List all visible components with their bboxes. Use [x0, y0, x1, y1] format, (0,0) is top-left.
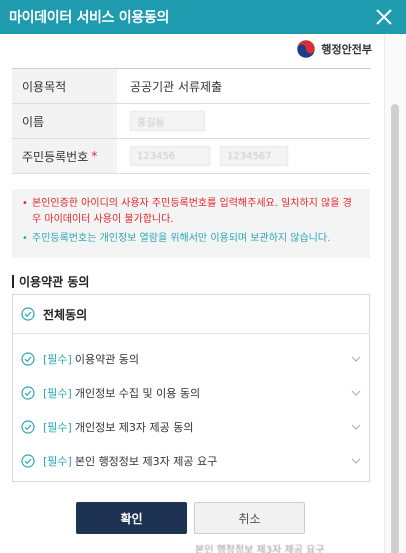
taegeuk-logo-icon — [297, 39, 316, 59]
check-circle-icon — [21, 420, 35, 434]
ministry-badge: 행정안전부 — [296, 38, 372, 60]
required-tag: [필수] — [43, 387, 72, 400]
name-label: 이름 — [12, 104, 117, 138]
required-tag: [필수] — [43, 353, 72, 366]
confirm-button[interactable]: 확인 — [76, 502, 187, 534]
purpose-label: 이용목적 — [12, 69, 117, 103]
chevron-down-icon[interactable] — [351, 354, 361, 364]
rrn-back-field[interactable]: 1234567 — [220, 146, 288, 166]
warning-text: 본인인증한 아이디의 사용자 주민등록번호를 입력해주세요. 일치하지 않을 경… — [32, 198, 352, 225]
term-label: 개인정보 제3자 제공 동의 — [74, 421, 194, 434]
check-circle-icon — [21, 454, 35, 468]
notice-box: • 본인인증한 아이디의 사용자 주민등록번호를 입력해주세요. 일치하지 않을… — [12, 189, 370, 258]
term-label: 본인 행정정보 제3자 제공 요구 — [74, 455, 218, 468]
required-tag: [필수] — [43, 455, 72, 468]
term-label: 이용약관 동의 — [74, 353, 140, 366]
check-circle-icon — [21, 386, 35, 400]
all-agree-label: 전체동의 — [43, 307, 88, 322]
table-row: 이용목적 공공기관 서류제출 — [12, 69, 370, 104]
terms-section-title: 이용약관 동의 — [12, 273, 89, 290]
term-item-admin-info-request[interactable]: [필수] 본인 행정정보 제3자 제공 요구 — [13, 444, 369, 478]
scrollbar-thumb[interactable] — [391, 104, 399, 553]
cancel-button[interactable]: 취소 — [194, 502, 305, 534]
purpose-value: 공공기관 서류제출 — [130, 79, 223, 94]
chevron-down-icon[interactable] — [351, 422, 361, 432]
chevron-down-icon[interactable] — [351, 456, 361, 466]
info-notice: • 주민등록번호는 개인정보 열람을 위해서만 이용되며 보관하지 않습니다. — [22, 231, 360, 247]
rrn-front-field[interactable]: 123456 — [130, 146, 210, 166]
term-item-third-party-provision[interactable]: [필수] 개인정보 제3자 제공 동의 — [13, 410, 369, 444]
check-circle-icon — [21, 307, 35, 321]
table-row: 이름 홍길동 — [12, 104, 370, 139]
rrn-label: 주민등록번호 — [22, 149, 89, 164]
ministry-name: 행정안전부 — [321, 43, 372, 56]
check-circle-icon — [21, 352, 35, 366]
close-icon[interactable] — [374, 7, 394, 27]
term-item-terms-of-use[interactable]: [필수] 이용약관 동의 — [13, 342, 369, 376]
chevron-down-icon[interactable] — [351, 388, 361, 398]
name-field[interactable]: 홍길동 — [130, 111, 205, 131]
table-row: 주민등록번호 * 123456 1234567 — [12, 139, 370, 174]
terms-box: 전체동의 [필수] 이용약관 동의 [필수] 개인정보 수집 및 이용 동의 [… — [12, 294, 370, 482]
required-mark: * — [91, 149, 98, 163]
all-agree-checkbox[interactable]: 전체동의 — [13, 295, 369, 334]
dialog-title: 마이데이터 서비스 이용동의 — [9, 10, 170, 26]
background-text: 본인 행정정보 제3자 제공 요구 — [195, 545, 325, 553]
info-table: 이용목적 공공기관 서류제출 이름 홍길동 주민등록번호 * 123456 12… — [12, 68, 370, 174]
term-label: 개인정보 수집 및 이용 동의 — [74, 387, 201, 400]
info-text: 주민등록번호는 개인정보 열람을 위해서만 이용되며 보관하지 않습니다. — [32, 233, 331, 244]
warning-notice: • 본인인증한 아이디의 사용자 주민등록번호를 입력해주세요. 일치하지 않을… — [22, 196, 360, 228]
required-tag: [필수] — [43, 421, 72, 434]
scrollbar[interactable] — [384, 34, 406, 553]
dialog-titlebar: 마이데이터 서비스 이용동의 — [0, 0, 406, 34]
term-item-privacy-collection[interactable]: [필수] 개인정보 수집 및 이용 동의 — [13, 376, 369, 410]
